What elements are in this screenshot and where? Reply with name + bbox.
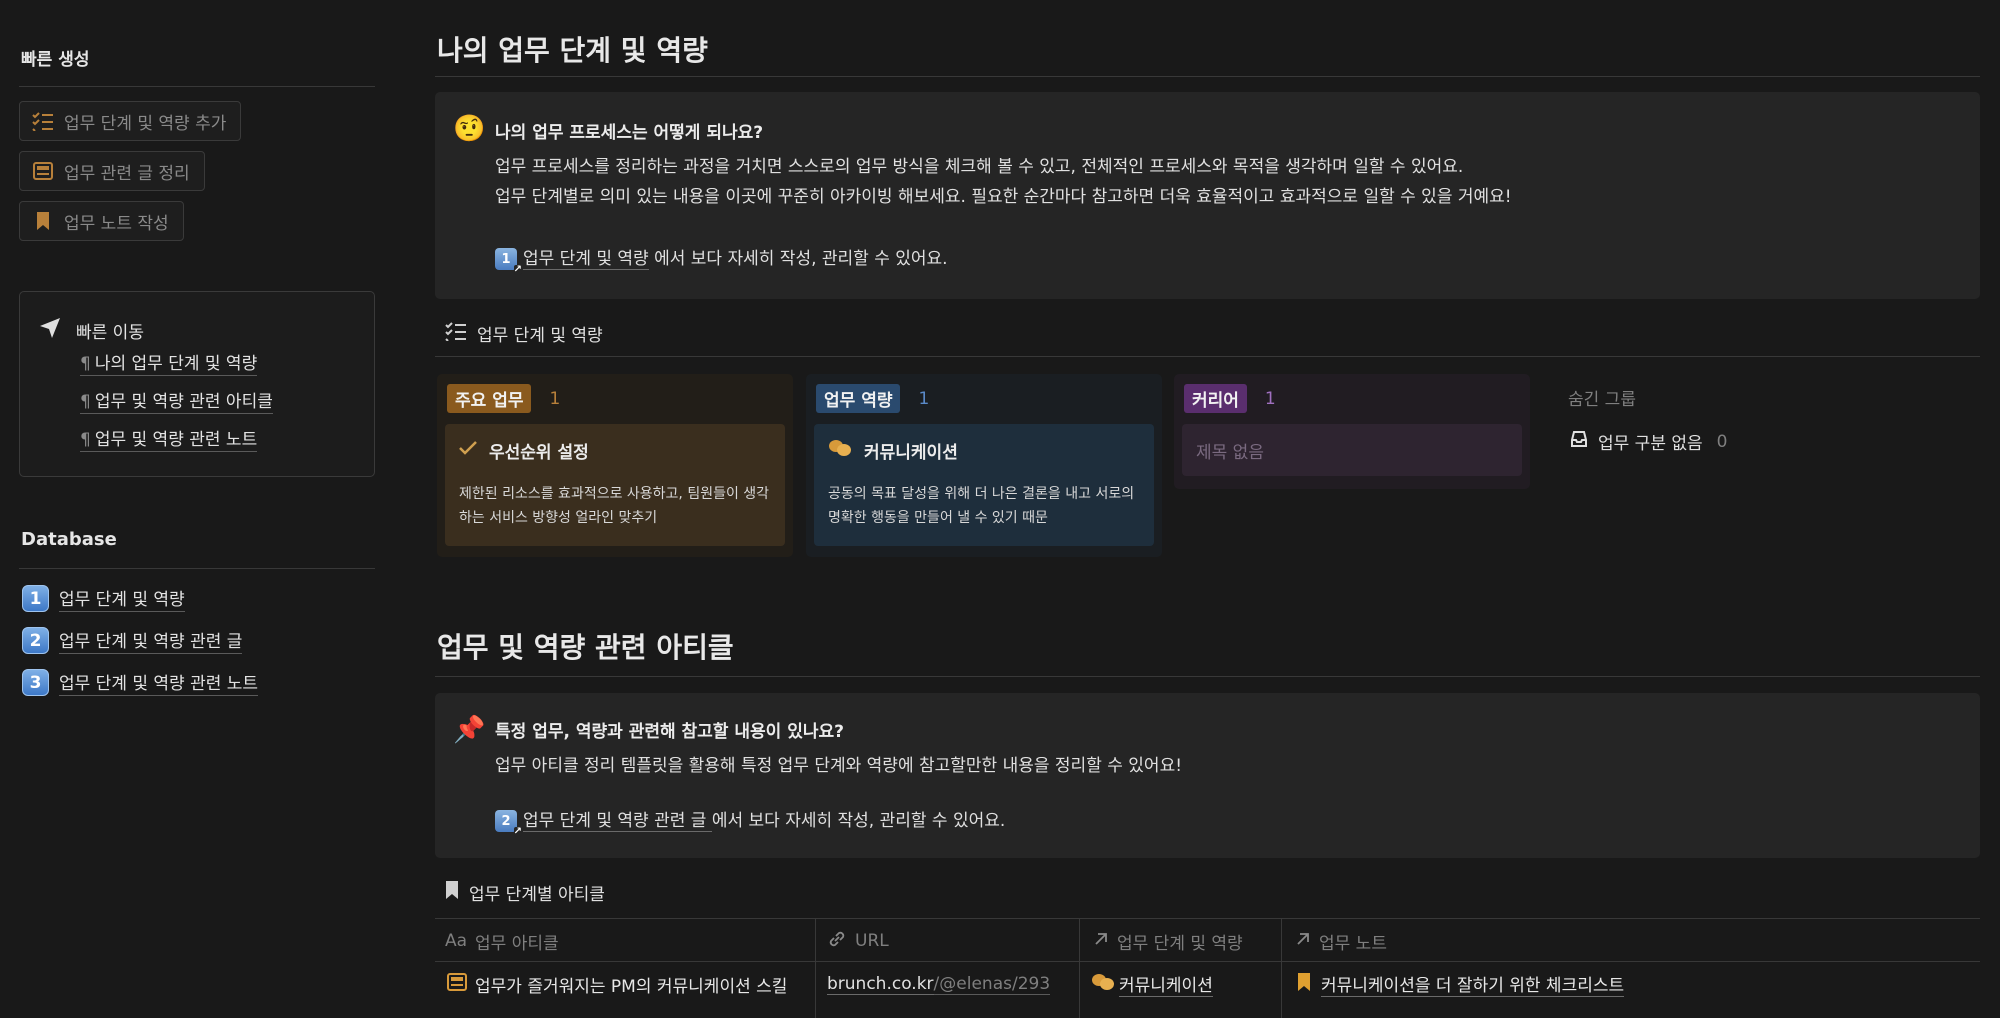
database-item-articles[interactable]: 2 업무 단계 및 역량 관련 글 <box>22 627 243 654</box>
checklist-icon <box>445 321 467 346</box>
hidden-groups-title: 숨긴 그룹 <box>1568 390 1636 410</box>
relation-arrow-icon <box>1295 931 1311 952</box>
inbox-icon <box>1570 430 1588 453</box>
stage-relation-cell[interactable]: 커뮤니케이션 <box>1091 963 1213 1005</box>
quick-create-title: 빠른 생성 <box>21 50 90 70</box>
card-title-empty: 제목 없음 <box>1196 443 1264 463</box>
nav-link-stages[interactable]: ¶ 나의 업무 단계 및 역량 <box>80 349 258 376</box>
add-stage-button[interactable]: 업무 단계 및 역량 추가 <box>19 101 242 141</box>
status-tag: 주요 업무 <box>447 384 532 413</box>
bookmark-icon <box>1297 972 1311 997</box>
card-description: 공동의 목표 달성을 위해 더 나은 결론을 내고 서로의 명확한 행동을 만들… <box>828 486 1135 526</box>
board-card[interactable]: 제목 없음 <box>1182 424 1522 476</box>
callout-line: 업무 아티클 정리 템플릿을 활용해 특정 업무 단계와 역량에 참고할만한 내… <box>495 756 1183 776</box>
write-note-button[interactable]: 업무 노트 작성 <box>19 201 184 241</box>
status-tag: 커리어 <box>1184 384 1247 413</box>
card-title: 커뮤니케이션 <box>864 443 958 463</box>
column-header-stage[interactable]: 업무 단계 및 역량 <box>1093 920 1243 962</box>
database-title: Database <box>21 529 117 550</box>
raised-eyebrow-emoji-icon: 🤨 <box>453 114 486 144</box>
status-tag: 업무 역량 <box>816 384 901 413</box>
section1-callout: 🤨 나의 업무 프로세스는 어떻게 되나요? 업무 프로세스를 정리하는 과정을… <box>435 92 1980 299</box>
database-item-notes[interactable]: 3 업무 단계 및 역량 관련 노트 <box>22 669 259 696</box>
checklist-icon <box>32 110 54 132</box>
speech-bubbles-icon <box>828 438 852 463</box>
section2-title: 업무 및 역량 관련 아티클 <box>437 631 734 664</box>
callout-link-line: 2업무 단계 및 역량 관련 글 에서 보다 자세히 작성, 관리할 수 있어요… <box>495 806 1005 837</box>
table-header-row: Aa 업무 아티클 URL 업무 단계 및 역량 업무 노트 <box>437 920 1980 962</box>
board-column-career: 커리어 1 제목 없음 <box>1174 374 1530 489</box>
stages-db-link[interactable]: 업무 단계 및 역량 <box>523 249 649 270</box>
column-header-url[interactable]: URL <box>827 920 889 962</box>
write-note-label: 업무 노트 작성 <box>64 213 169 234</box>
board-card[interactable]: 커뮤니케이션 공동의 목표 달성을 위해 더 나은 결론을 내고 서로의 명확한… <box>814 424 1154 546</box>
nav-link-articles[interactable]: ¶ 업무 및 역량 관련 아티클 <box>80 387 273 414</box>
text-type-icon: Aa <box>445 931 468 951</box>
navigation-arrow-icon <box>38 316 62 344</box>
database-item-stages[interactable]: 1 업무 단계 및 역량 <box>22 585 185 612</box>
callout-title: 나의 업무 프로세스는 어떻게 되나요? <box>495 123 764 143</box>
card-description: 제한된 리소스를 효과적으로 사용하고, 팀원들이 생각하는 서비스 방향성 얼… <box>459 486 770 526</box>
board-column-main: 주요 업무 1 우선순위 설정 제한된 리소스를 효과적으로 사용하고, 팀원들… <box>437 374 793 557</box>
section2-callout: 📌 특정 업무, 역량과 관련해 참고할 내용이 있나요? 업무 아티클 정리 … <box>435 693 1980 858</box>
keycap-2-link-icon: 2 <box>495 810 523 837</box>
pushpin-emoji-icon: 📌 <box>453 715 486 745</box>
column-header-title[interactable]: Aa 업무 아티클 <box>445 920 559 962</box>
articles-db-link[interactable]: 업무 단계 및 역량 관련 글 <box>523 811 712 832</box>
add-stage-label: 업무 단계 및 역량 추가 <box>64 113 227 134</box>
article-title-cell[interactable]: 업무가 즐거워지는 PM의 커뮤니케이션 스킬 <box>447 963 787 1005</box>
hidden-group-item[interactable]: 업무 구분 없음 0 <box>1570 429 1727 454</box>
keycap-2-icon: 2 <box>22 627 49 654</box>
write-article-button[interactable]: 업무 관련 글 정리 <box>19 151 205 191</box>
url-cell[interactable]: brunch.co.kr/@elenas/293 <box>827 963 1051 1005</box>
board-column-skill: 업무 역량 1 커뮤니케이션 공동의 목표 달성을 위해 더 나은 결론을 내고… <box>806 374 1162 557</box>
column-header-note[interactable]: 업무 노트 <box>1295 920 1387 962</box>
write-article-label: 업무 관련 글 정리 <box>64 163 190 184</box>
keycap-1-icon: 1 <box>22 585 49 612</box>
callout-line: 업무 프로세스를 정리하는 과정을 거치면 스스로의 업무 방식을 체크해 볼 … <box>495 157 1464 177</box>
table-row[interactable]: 업무가 즐거워지는 PM의 커뮤니케이션 스킬 brunch.co.kr/@el… <box>437 963 1980 1005</box>
callout-title: 특정 업무, 역량과 관련해 참고할 내용이 있나요? <box>495 722 844 742</box>
column-count: 1 <box>918 388 930 409</box>
keycap-1-link-icon: 1 <box>495 248 523 275</box>
bookmark-icon <box>445 880 459 905</box>
keycap-3-icon: 3 <box>22 669 49 696</box>
column-count: 1 <box>549 388 561 409</box>
board-card[interactable]: 우선순위 설정 제한된 리소스를 효과적으로 사용하고, 팀원들이 생각하는 서… <box>445 424 785 546</box>
check-icon <box>459 440 477 461</box>
newspaper-icon <box>32 160 54 182</box>
callout-link-line: 1업무 단계 및 역량 에서 보다 자세히 작성, 관리할 수 있어요. <box>495 244 948 275</box>
board-view-title[interactable]: 업무 단계 및 역량 <box>445 321 603 346</box>
table-view-title[interactable]: 업무 단계별 아티클 <box>445 880 605 905</box>
section1-title: 나의 업무 단계 및 역량 <box>437 34 708 67</box>
bookmark-icon <box>32 210 54 232</box>
card-title: 우선순위 설정 <box>489 443 589 463</box>
callout-line: 업무 단계별로 의미 있는 내용을 이곳에 꾸준히 아카이빙 해보세요. 필요한… <box>495 187 1512 207</box>
newspaper-icon <box>447 972 467 996</box>
speech-bubbles-icon <box>1091 972 1115 997</box>
note-relation-cell[interactable]: 커뮤니케이션을 더 잘하기 위한 체크리스트 <box>1297 963 1625 1005</box>
column-count: 1 <box>1264 388 1276 409</box>
nav-link-notes[interactable]: ¶ 업무 및 역량 관련 노트 <box>80 425 258 452</box>
relation-arrow-icon <box>1093 931 1109 952</box>
quick-nav-title: 빠른 이동 <box>76 322 144 343</box>
link-icon <box>827 929 847 954</box>
